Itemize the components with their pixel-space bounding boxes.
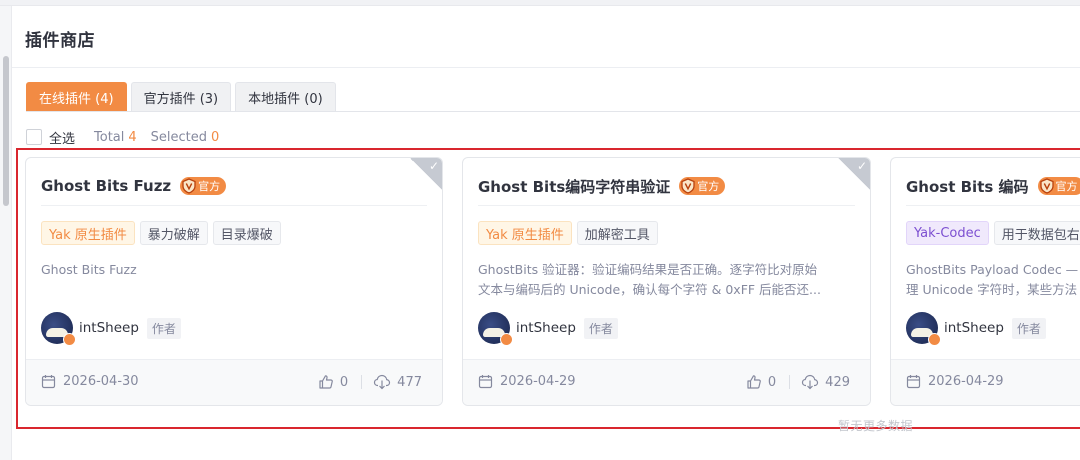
- selection-bar: 全选 Total 4 Selected 0: [26, 128, 233, 147]
- selected-label: Selected: [150, 129, 208, 145]
- tab-official-plugins[interactable]: 官方插件 (3): [130, 82, 232, 111]
- left-scrollbar[interactable]: [0, 6, 12, 460]
- selected-count: 0: [211, 129, 220, 145]
- tab-local-plugins[interactable]: 本地插件 (0): [235, 82, 336, 111]
- total-count: 4: [128, 129, 137, 145]
- total-label: Total: [94, 129, 125, 145]
- select-all-checkbox[interactable]: [26, 129, 42, 145]
- scrollbar-thumb[interactable]: [3, 56, 9, 206]
- page-title: 插件商店: [25, 31, 95, 51]
- tabs-divider: [26, 111, 1080, 112]
- title-divider: [12, 67, 1080, 68]
- tab-online-plugins[interactable]: 在线插件 (4): [26, 82, 127, 111]
- plugin-tabs: 在线插件 (4) 官方插件 (3) 本地插件 (0): [26, 82, 336, 111]
- top-strip: [0, 0, 1080, 6]
- no-more-data-text: 暂无更多数据: [838, 419, 914, 433]
- select-all-label[interactable]: 全选: [49, 128, 75, 147]
- highlight-frame: [16, 148, 1080, 429]
